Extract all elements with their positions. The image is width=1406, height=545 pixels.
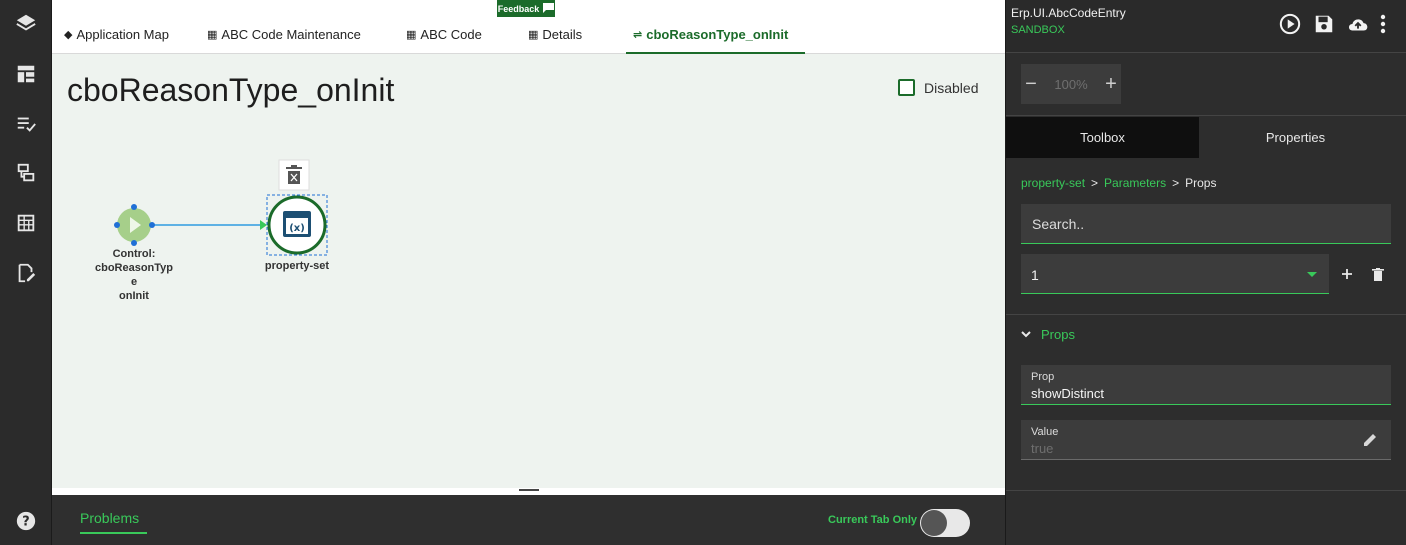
- publish-button[interactable]: [1346, 12, 1370, 36]
- grid-icon: ▦: [528, 29, 539, 41]
- panel-splitter[interactable]: [52, 488, 1005, 495]
- dashboard-icon[interactable]: [13, 61, 39, 87]
- more-vertical-icon: [1380, 14, 1386, 34]
- start-node-label: Control: cboReasonTyp e onInit: [90, 247, 178, 303]
- start-node[interactable]: [114, 204, 155, 246]
- drag-handle-icon: [519, 489, 539, 491]
- connector-handle: [149, 222, 155, 228]
- help-icon[interactable]: ?: [13, 508, 39, 534]
- start-node-line: cboReasonTyp: [94, 262, 174, 274]
- connector-handle: [131, 204, 137, 210]
- more-options-button[interactable]: [1376, 12, 1390, 36]
- breadcrumb-props: Props: [1185, 176, 1217, 190]
- tab-abc-code[interactable]: ▦ ABC Code: [406, 27, 482, 54]
- grid-icon: ▦: [207, 29, 218, 41]
- left-rail: ?: [0, 0, 52, 545]
- start-node-line: e: [130, 276, 138, 288]
- zoom-control: − 100% +: [1021, 64, 1121, 104]
- edit-document-icon[interactable]: [13, 260, 39, 286]
- app-name: Erp.UI.AbcCodeEntry: [1011, 6, 1126, 20]
- document-tabs: Feedback ◆ Application Map ▦ ABC Code Ma…: [52, 0, 1005, 54]
- tab-problems[interactable]: Problems: [80, 510, 147, 534]
- action-node[interactable]: (x): [266, 194, 328, 256]
- plus-icon: [1342, 269, 1352, 279]
- breadcrumb-separator: >: [1172, 176, 1180, 190]
- prop-field-label: Prop: [1031, 371, 1055, 383]
- toggle-knob: [921, 510, 947, 536]
- zoom-level: 100%: [1054, 76, 1088, 92]
- panel-header: Erp.UI.AbcCodeEntry SANDBOX: [1006, 0, 1406, 53]
- delete-node-button[interactable]: [278, 159, 310, 191]
- zoom-out-button[interactable]: −: [1021, 73, 1041, 96]
- index-select[interactable]: 1: [1021, 254, 1329, 294]
- tab-cboreasontype-oninit[interactable]: ⇌ cboReasonType_onInit: [626, 27, 805, 54]
- props-section-header[interactable]: Props: [1021, 327, 1075, 342]
- tab-application-map[interactable]: ◆ Application Map: [64, 27, 169, 54]
- trash-icon: [1372, 267, 1384, 281]
- properties-panel: Erp.UI.AbcCodeEntry SANDBOX − 100% + Too…: [1005, 0, 1406, 545]
- start-node-line: onInit: [119, 290, 149, 302]
- action-node-label: property-set: [264, 260, 330, 272]
- save-icon: [1315, 15, 1333, 33]
- breadcrumb-separator: >: [1091, 176, 1099, 190]
- value-field-label: Value: [1031, 426, 1059, 438]
- current-tab-only-toggle[interactable]: [920, 509, 970, 537]
- flow-graph: (x): [114, 159, 328, 256]
- divider: [1006, 115, 1406, 116]
- grid-icon: ▦: [406, 29, 417, 41]
- zoom-in-button[interactable]: +: [1101, 73, 1121, 96]
- table-icon[interactable]: [13, 210, 39, 236]
- environment-badge: SANDBOX: [1011, 24, 1065, 36]
- divider: [1006, 314, 1406, 315]
- checklist-icon[interactable]: [13, 111, 39, 137]
- tab-label: cboReasonType_onInit: [646, 27, 789, 42]
- trash-icon: [286, 165, 302, 184]
- value-field-value: true: [1031, 441, 1054, 456]
- divider: [1006, 490, 1406, 491]
- connector-handle: [114, 222, 120, 228]
- tab-label: Application Map: [76, 27, 169, 42]
- feedback-button[interactable]: Feedback: [497, 0, 555, 17]
- caret-down-icon: [1307, 272, 1317, 277]
- add-item-button[interactable]: [1337, 264, 1357, 284]
- prop-field[interactable]: Prop showDistinct: [1021, 365, 1391, 405]
- pencil-icon[interactable]: [1361, 431, 1379, 449]
- cloud-upload-icon: [1349, 19, 1368, 31]
- breadcrumb-parameters[interactable]: Parameters: [1104, 176, 1166, 190]
- play-circle-icon: [1279, 13, 1301, 35]
- start-node-line: Control:: [112, 248, 156, 260]
- svg-text:?: ?: [22, 515, 29, 530]
- tab-abc-code-maintenance[interactable]: ▦ ABC Code Maintenance: [207, 27, 361, 54]
- workflow-canvas[interactable]: cboReasonType_onInit Disabled (x) Contro…: [52, 54, 1005, 488]
- tab-details[interactable]: ▦ Details: [528, 27, 582, 54]
- tab-label: Details: [542, 27, 583, 42]
- function-glyph: (x): [289, 223, 305, 234]
- run-button[interactable]: [1278, 12, 1302, 36]
- save-button[interactable]: [1312, 12, 1336, 36]
- chevron-down-icon: [1021, 331, 1031, 338]
- flow-icon: ⇌: [633, 29, 643, 41]
- problems-panel: Problems Current Tab Only: [52, 495, 1005, 545]
- delete-item-button[interactable]: [1368, 264, 1388, 284]
- index-select-value: 1: [1031, 267, 1039, 283]
- breadcrumb-property-set[interactable]: property-set: [1021, 176, 1085, 190]
- layers-icon: ◆: [64, 29, 73, 41]
- tab-label: ABC Code Maintenance: [221, 27, 361, 42]
- feedback-label: Feedback: [497, 3, 540, 14]
- comment-icon: [543, 2, 555, 15]
- tab-toolbox[interactable]: Toolbox: [1006, 117, 1199, 158]
- layers-icon[interactable]: [13, 10, 39, 36]
- tab-properties[interactable]: Properties: [1199, 117, 1392, 158]
- connector-arrow-icon: [260, 220, 267, 230]
- value-field[interactable]: Value true: [1021, 420, 1391, 460]
- search-input[interactable]: [1021, 204, 1391, 244]
- data-flow-icon[interactable]: [13, 160, 39, 186]
- connector-handle: [131, 240, 137, 246]
- breadcrumb: property-set > Parameters > Props: [1021, 176, 1216, 190]
- current-tab-only-label: Current Tab Only: [828, 514, 918, 526]
- prop-field-value: showDistinct: [1031, 386, 1104, 401]
- tab-label: ABC Code: [420, 27, 482, 42]
- section-title: Props: [1041, 327, 1075, 342]
